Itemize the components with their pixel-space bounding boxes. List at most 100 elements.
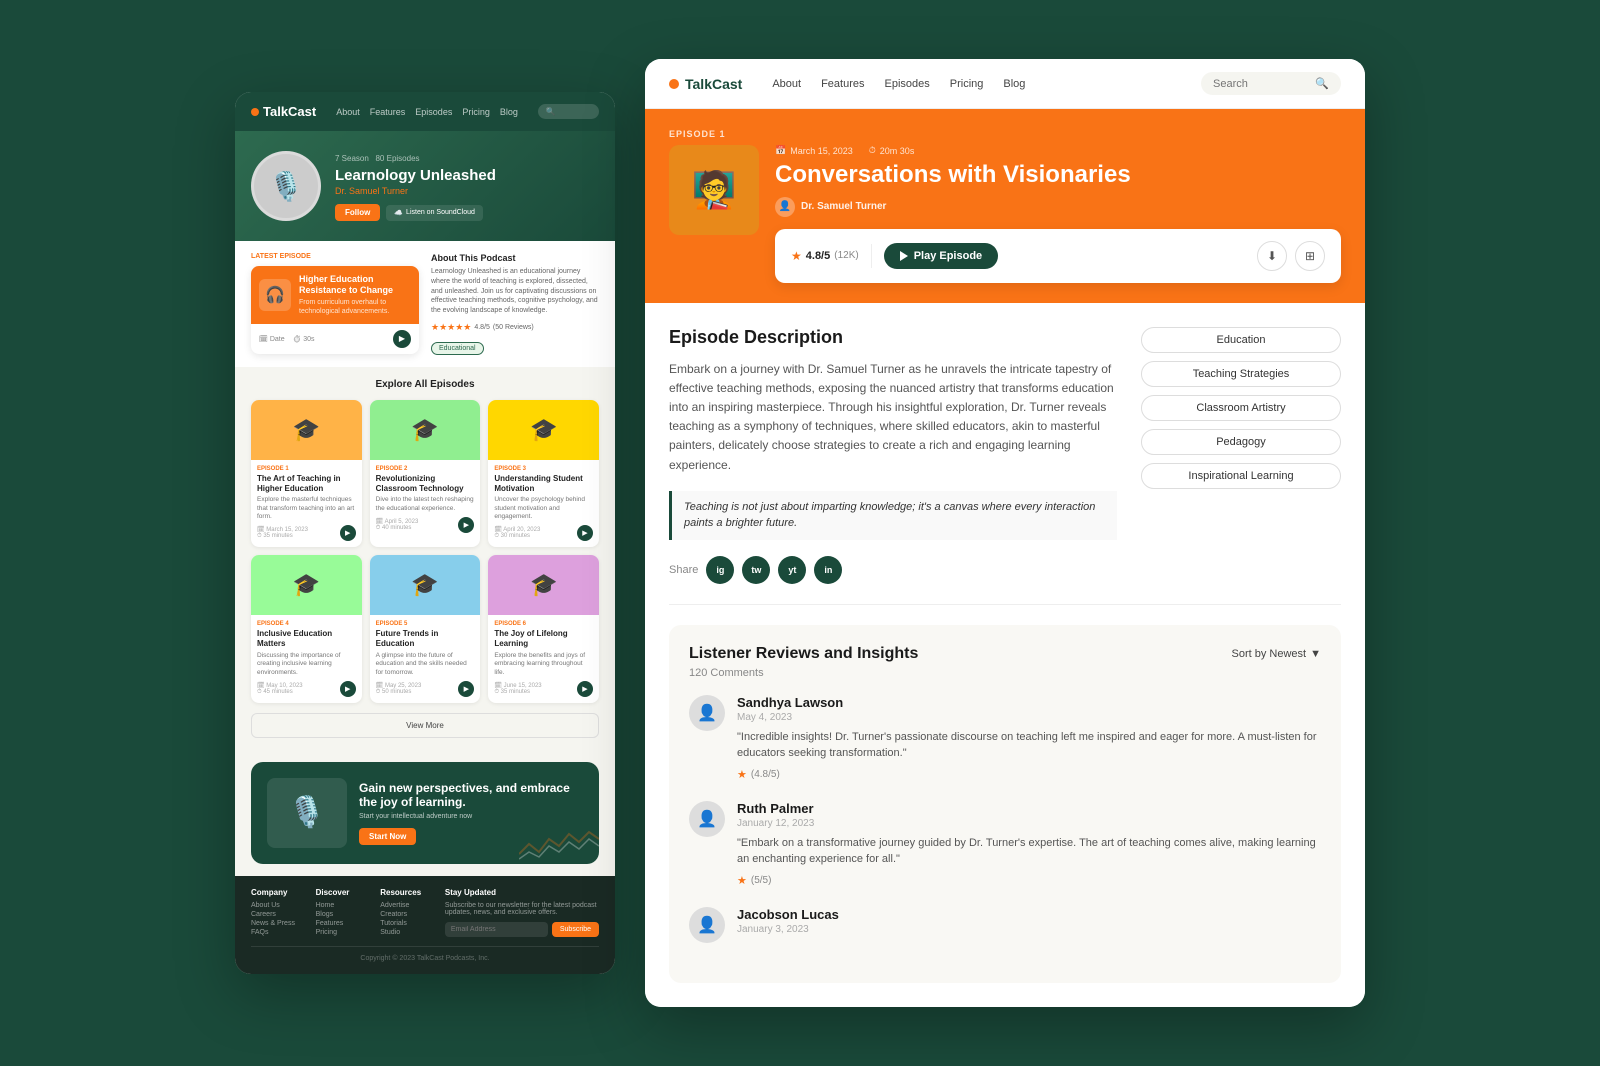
tag-chip[interactable]: Teaching Strategies (1141, 361, 1341, 387)
email-field[interactable] (445, 922, 548, 937)
footer-link[interactable]: Home (316, 902, 373, 909)
right-main: Episode Description Embark on a journey … (645, 303, 1365, 1007)
left-nav-episodes[interactable]: Episodes (415, 107, 452, 117)
instagram-button[interactable]: ig (706, 556, 734, 584)
player-card: ★ 4.8/5 (12K) Play Episode ⬇ ⊞ (775, 229, 1341, 283)
play-button[interactable]: ▶ (458, 681, 474, 697)
description-title: Episode Description (669, 327, 1117, 348)
soundcloud-button[interactable]: ☁️ Listen on SoundCloud (386, 205, 483, 221)
right-nav-features[interactable]: Features (821, 78, 864, 90)
educational-tag: Educational (431, 342, 484, 355)
left-nav-about[interactable]: About (336, 107, 360, 117)
right-nav-pricing[interactable]: Pricing (950, 78, 984, 90)
left-nav-features[interactable]: Features (370, 107, 406, 117)
footer-link[interactable]: FAQs (251, 929, 308, 936)
footer-link[interactable]: About Us (251, 902, 308, 909)
reviewer-name: Jacobson Lucas (737, 907, 1321, 922)
tag-chip[interactable]: Classroom Artistry (1141, 395, 1341, 421)
footer-link[interactable]: Blogs (316, 911, 373, 918)
review-content: Jacobson Lucas January 3, 2023 (737, 907, 1321, 943)
play-button-small[interactable]: ▶ (393, 330, 411, 348)
youtube-button[interactable]: yt (778, 556, 806, 584)
reviewer-avatar: 👤 (689, 695, 725, 731)
review-text: "Incredible insights! Dr. Turner's passi… (737, 729, 1321, 762)
play-button[interactable]: ▶ (340, 681, 356, 697)
review-date: January 12, 2023 (737, 818, 1321, 829)
footer-column: DiscoverHomeBlogsFeaturesPricing (316, 888, 373, 938)
right-nav-blog[interactable]: Blog (1003, 78, 1025, 90)
follow-button[interactable]: Follow (335, 204, 380, 221)
tag-chip[interactable]: Education (1141, 327, 1341, 353)
explore-section: Explore All Episodes 🎓 EPISODE 1 The Art… (235, 367, 615, 750)
comments-count: 120 Comments (689, 667, 1321, 679)
twitter-button[interactable]: tw (742, 556, 770, 584)
footer-link[interactable]: Features (316, 920, 373, 927)
view-more-button[interactable]: View More (251, 713, 599, 738)
episode-badge: EPISODE 1 (669, 129, 1341, 139)
sort-dropdown[interactable]: Sort by Newest ▼ (1232, 648, 1321, 660)
search-input[interactable] (1213, 78, 1309, 90)
subscribe-button[interactable]: Subscribe (552, 922, 599, 937)
footer-link[interactable]: News & Press (251, 920, 308, 927)
tag-chip[interactable]: Pedagogy (1141, 429, 1341, 455)
soundcloud-icon: ☁️ (394, 209, 403, 217)
logo-dot (669, 79, 679, 89)
ep-card-title: Higher Education Resistance to Change (299, 274, 411, 296)
reviewer-avatar: 👤 (689, 907, 725, 943)
review-count: (50 Reviews) (493, 324, 534, 331)
share-button-icon[interactable]: ⊞ (1295, 241, 1325, 271)
play-button[interactable]: ▶ (340, 525, 356, 541)
host-name: Dr. Samuel Turner (801, 201, 886, 212)
footer-link[interactable]: Careers (251, 911, 308, 918)
play-button[interactable]: ▶ (577, 681, 593, 697)
divider (669, 604, 1341, 605)
footer-link[interactable]: Studio (380, 929, 437, 936)
wave-decoration (519, 824, 599, 864)
episode-thumbnail: 🧑‍🏫 (669, 145, 759, 235)
ep-card-bottom: 🗓 Date ⏱ 30s ▶ (251, 324, 419, 354)
linkedin-button[interactable]: in (814, 556, 842, 584)
cta-image: 🎙️ (267, 778, 347, 848)
about-section: About This Podcast Learnology Unleashed … (431, 253, 599, 355)
footer-link[interactable]: Tutorials (380, 920, 437, 927)
play-button[interactable]: ▶ (458, 517, 474, 533)
footer-copyright: Copyright © 2023 TalkCast Podcasts, Inc. (251, 946, 599, 962)
footer-link[interactable]: Advertise (380, 902, 437, 909)
rating-value: 4.8/5 (474, 324, 490, 331)
hero-meta: 7 Season 80 Episodes (335, 154, 599, 163)
episode-grid-item: 🎓 EPISODE 5 Future Trends in Education A… (370, 555, 481, 703)
ep-hero-meta-row: 📅 March 15, 2023 ⏱ 20m 30s (775, 145, 1341, 156)
right-search[interactable]: 🔍 (1201, 72, 1341, 95)
avatar: 🎙️ (251, 151, 321, 221)
footer-link[interactable]: Pricing (316, 929, 373, 936)
play-episode-button[interactable]: Play Episode (884, 243, 998, 269)
review-item: 👤 Ruth Palmer January 12, 2023 "Embark o… (689, 801, 1321, 887)
reviews-section: Listener Reviews and Insights Sort by Ne… (669, 625, 1341, 983)
tag-chip[interactable]: Inspirational Learning (1141, 463, 1341, 489)
start-now-button[interactable]: Start Now (359, 828, 416, 845)
left-search-bar[interactable]: 🔍 (538, 104, 599, 119)
cta-subtitle: Start your intellectual adventure now (359, 813, 583, 820)
description-text: Embark on a journey with Dr. Samuel Turn… (669, 360, 1117, 475)
footer-link[interactable]: Creators (380, 911, 437, 918)
left-logo[interactable]: TalkCast (251, 104, 316, 119)
about-title: About This Podcast (431, 253, 599, 263)
review-item: 👤 Jacobson Lucas January 3, 2023 (689, 907, 1321, 943)
left-nav-pricing[interactable]: Pricing (462, 107, 490, 117)
ep-icon: 🎧 (259, 279, 291, 311)
ep-meta: 🗓 Date ⏱ 30s (259, 335, 315, 343)
reviews-title: Listener Reviews and Insights (689, 645, 918, 663)
review-rating: ★(5/5) (737, 874, 1321, 887)
two-col: LATEST EPISODE 🎧 Higher Education Resist… (251, 253, 599, 355)
footer-cols: CompanyAbout UsCareersNews & PressFAQsDi… (251, 888, 599, 938)
ep-host-row: 👤 Dr. Samuel Turner (775, 197, 1341, 217)
left-nav-blog[interactable]: Blog (500, 107, 518, 117)
download-button[interactable]: ⬇ (1257, 241, 1287, 271)
right-logo[interactable]: TalkCast (669, 76, 742, 92)
right-nav-about[interactable]: About (772, 78, 801, 90)
right-nav-episodes[interactable]: Episodes (885, 78, 930, 90)
play-button[interactable]: ▶ (577, 525, 593, 541)
share-label: Share (669, 564, 698, 576)
review-date: May 4, 2023 (737, 712, 1321, 723)
ep-duration: ⏱ 20m 30s (869, 145, 915, 156)
